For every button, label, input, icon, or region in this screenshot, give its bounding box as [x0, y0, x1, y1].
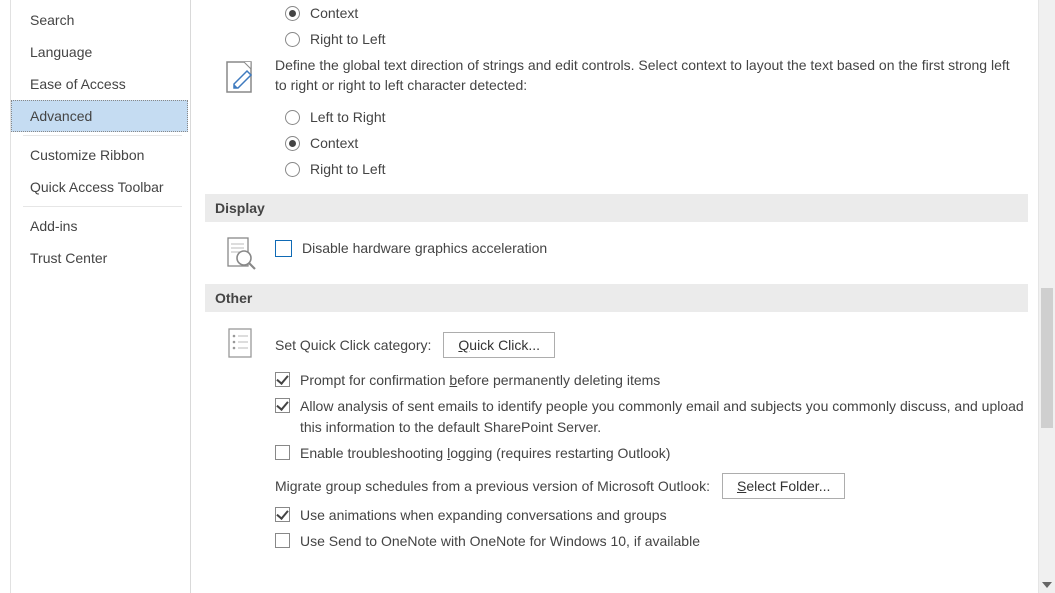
checkbox-icon: [275, 240, 292, 257]
quick-click-button[interactable]: Quick Click...: [443, 332, 555, 358]
radio-left-to-right[interactable]: Left to Right: [285, 104, 1028, 130]
radio-icon: [285, 6, 300, 21]
radio-icon: [285, 110, 300, 125]
sidebar-item-advanced[interactable]: Advanced: [11, 100, 188, 132]
radio-label: Context: [310, 5, 358, 21]
checkbox-troubleshoot-logging[interactable]: Enable troubleshooting logging (requires…: [275, 443, 1028, 463]
quick-click-label: Set Quick Click category:: [275, 337, 431, 353]
sidebar-separator: [23, 135, 182, 136]
checkbox-icon: [275, 445, 290, 460]
text-direction-radio-group-1: Context Right to Left: [285, 0, 1028, 52]
sidebar-item-ease-of-access[interactable]: Ease of Access: [11, 68, 188, 100]
checkbox-label: Use Send to OneNote with OneNote for Win…: [300, 531, 700, 551]
checkbox-label: Enable troubleshooting logging (requires…: [300, 443, 670, 463]
sidebar-item-trust-center[interactable]: Trust Center: [11, 242, 188, 274]
page-magnify-icon: [221, 232, 261, 272]
migrate-row: Migrate group schedules from a previous …: [275, 473, 1028, 499]
checkbox-label: Use animations when expanding conversati…: [300, 505, 667, 525]
sidebar-item-add-ins[interactable]: Add-ins: [11, 210, 188, 242]
checkbox-allow-analysis[interactable]: Allow analysis of sent emails to identif…: [275, 396, 1028, 437]
checkbox-disable-hw-accel[interactable]: Disable hardware graphics acceleration: [275, 238, 1028, 258]
checkbox-icon: [275, 398, 290, 413]
radio-label: Right to Left: [310, 161, 386, 177]
checkbox-icon: [275, 507, 290, 522]
checkbox-label: Allow analysis of sent emails to identif…: [300, 396, 1028, 437]
sidebar-item-customize-ribbon[interactable]: Customize Ribbon: [11, 139, 188, 171]
edit-page-icon: [221, 56, 261, 96]
main-area: Context Right to Left: [191, 0, 1055, 593]
radio-label: Right to Left: [310, 31, 386, 47]
sidebar: Search Language Ease of Access Advanced …: [11, 0, 191, 593]
radio-icon: [285, 162, 300, 177]
radio-label: Context: [310, 135, 358, 151]
checkbox-onenote[interactable]: Use Send to OneNote with OneNote for Win…: [275, 531, 1028, 551]
radio-right-to-left[interactable]: Right to Left: [285, 26, 1028, 52]
radio-icon: [285, 32, 300, 47]
sidebar-item-search[interactable]: Search: [11, 4, 188, 36]
radio-context[interactable]: Context: [285, 130, 1028, 156]
section-header-other: Other: [205, 284, 1028, 312]
scrollbar-track[interactable]: [1039, 0, 1055, 576]
checkbox-icon: [275, 533, 290, 548]
checkbox-label: Disable hardware graphics acceleration: [302, 238, 547, 258]
section-header-display: Display: [205, 194, 1028, 222]
migrate-label: Migrate group schedules from a previous …: [275, 478, 710, 494]
radio-context[interactable]: Context: [285, 0, 1028, 26]
checkbox-label: Prompt for confirmation before permanent…: [300, 370, 660, 390]
scrollbar-down-button[interactable]: [1039, 576, 1055, 593]
quick-click-row: Set Quick Click category: Quick Click...: [275, 332, 1028, 358]
options-dialog: Search Language Ease of Access Advanced …: [0, 0, 1055, 593]
window-spine: [0, 0, 11, 593]
vertical-scrollbar[interactable]: [1038, 0, 1055, 593]
sidebar-item-language[interactable]: Language: [11, 36, 188, 68]
text-direction-radio-group-2: Left to Right Context Right to Left: [285, 104, 1028, 182]
other-block: Set Quick Click category: Quick Click...: [221, 322, 1028, 364]
edit-controls-description: Define the global text direction of stri…: [275, 56, 1015, 95]
page-list-icon: [221, 322, 261, 362]
radio-label: Left to Right: [310, 109, 386, 125]
display-block: Disable hardware graphics acceleration: [221, 232, 1028, 272]
radio-icon: [285, 136, 300, 151]
scrollbar-thumb[interactable]: [1041, 288, 1053, 428]
checkbox-icon: [275, 372, 290, 387]
radio-right-to-left[interactable]: Right to Left: [285, 156, 1028, 182]
sidebar-separator: [23, 206, 182, 207]
edit-controls-block: Define the global text direction of stri…: [221, 56, 1028, 96]
sidebar-item-quick-access-toolbar[interactable]: Quick Access Toolbar: [11, 171, 188, 203]
select-folder-button[interactable]: Select Folder...: [722, 473, 845, 499]
checkbox-prompt-delete[interactable]: Prompt for confirmation before permanent…: [275, 370, 1028, 390]
checkbox-animations[interactable]: Use animations when expanding conversati…: [275, 505, 1028, 525]
settings-panel: Context Right to Left: [191, 0, 1038, 593]
